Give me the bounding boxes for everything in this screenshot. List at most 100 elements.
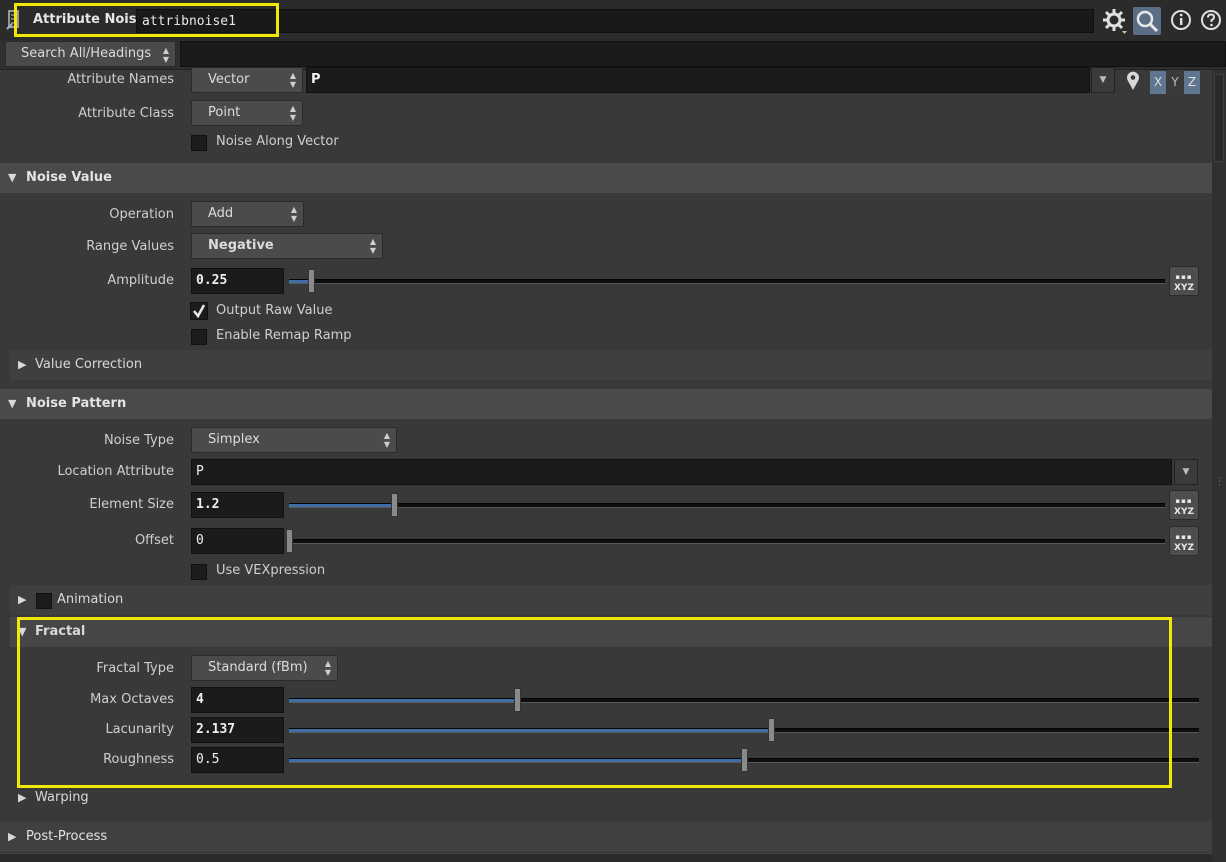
triangle-down-icon: ▼: [18, 625, 27, 638]
max-octaves-slider[interactable]: [289, 698, 1199, 703]
attribute-type-value: Vector: [208, 72, 250, 87]
fractal-type-menu[interactable]: Standard (fBm) ▲ ▼: [191, 655, 338, 681]
section-noise-value[interactable]: ▼ Noise Value: [0, 163, 1212, 193]
element-size-field[interactable]: 1.2: [191, 492, 284, 518]
operation-menu[interactable]: Add ▲ ▼: [191, 201, 304, 227]
operation-value: Add: [208, 206, 234, 221]
subsection-fractal[interactable]: ▼ Fractal: [10, 617, 1212, 647]
search-mode-label: Search All/Headings: [21, 46, 152, 61]
section-post-process-title: Post-Process: [26, 829, 108, 844]
triangle-right-icon: ▶: [8, 830, 17, 843]
noise-type-label: Noise Type: [103, 433, 174, 448]
attribute-names-label: Attribute Names: [67, 72, 174, 87]
lacunarity-slider[interactable]: [289, 728, 1199, 733]
noise-along-vector-checkbox[interactable]: [191, 135, 207, 151]
lacunarity-slider-fill: [289, 729, 772, 732]
location-attribute-field[interactable]: P: [191, 459, 1172, 485]
range-values-value: Negative: [208, 238, 274, 253]
output-raw-value-checkbox[interactable]: [190, 302, 208, 320]
xyz-button-label: XYZ: [1174, 507, 1194, 517]
attribute-names-field[interactable]: P: [306, 67, 1090, 93]
max-octaves-slider-fill: [289, 699, 517, 702]
operation-label: Operation: [109, 207, 174, 222]
chevron-updown-icon: ▲ ▼: [383, 431, 391, 449]
scrollbar[interactable]: [1212, 70, 1226, 862]
noise-along-vector-label: Noise Along Vector: [216, 134, 339, 149]
help-icon[interactable]: [1199, 8, 1225, 34]
attribute-class-menu[interactable]: Point ▲ ▼: [191, 100, 303, 126]
attribute-type-menu[interactable]: Vector ▲ ▼: [191, 67, 303, 93]
info-icon[interactable]: [1169, 8, 1195, 34]
max-octaves-field[interactable]: 4: [191, 687, 284, 713]
scrollbar-thumb[interactable]: [1214, 74, 1224, 162]
offset-xyz-button[interactable]: ▪▪▪ XYZ: [1169, 526, 1199, 556]
toggle-y[interactable]: Y: [1167, 71, 1183, 94]
subsection-warping[interactable]: ▶ Warping: [10, 783, 1212, 813]
lacunarity-label: Lacunarity: [105, 722, 174, 737]
attribute-class-value: Point: [208, 105, 241, 120]
fractal-type-label: Fractal Type: [96, 661, 174, 676]
triangle-down-icon: ▼: [8, 397, 17, 410]
element-size-slider-handle[interactable]: [391, 493, 399, 517]
chevron-updown-icon: ▲ ▼: [162, 46, 169, 64]
xyz-button-label: XYZ: [1174, 543, 1194, 553]
subsection-value-correction[interactable]: ▶ Value Correction: [10, 350, 1212, 380]
node-name-field[interactable]: attribnoise1: [136, 9, 1094, 33]
use-vexpression-checkbox[interactable]: [191, 564, 207, 580]
enable-remap-ramp-checkbox[interactable]: [191, 329, 207, 345]
pin-icon[interactable]: [1124, 70, 1142, 92]
offset-slider[interactable]: [289, 539, 1165, 544]
subsection-animation-title: Animation: [57, 592, 124, 607]
triangle-right-icon: ▶: [18, 358, 27, 371]
toggle-x[interactable]: X: [1150, 71, 1166, 94]
bottom-splitter[interactable]: [0, 853, 1212, 862]
toggle-z[interactable]: Z: [1184, 71, 1200, 94]
element-size-xyz-button[interactable]: ▪▪▪ XYZ: [1169, 490, 1199, 520]
search-icon[interactable]: [1133, 7, 1161, 35]
amplitude-xyz-button[interactable]: ▪▪▪ XYZ: [1169, 266, 1199, 296]
lacunarity-field[interactable]: 2.137: [191, 717, 284, 743]
noise-type-menu[interactable]: Simplex ▲ ▼: [191, 427, 397, 453]
output-raw-value-label: Output Raw Value: [216, 303, 333, 318]
section-post-process[interactable]: ▶ Post-Process: [0, 822, 1212, 852]
chevron-updown-icon: ▲ ▼: [324, 659, 332, 677]
element-size-label: Element Size: [89, 497, 174, 512]
amplitude-field[interactable]: 0.25: [191, 268, 284, 294]
splitter-grip-icon[interactable]: ⋮⋮: [1215, 478, 1226, 494]
roughness-slider-handle[interactable]: [741, 748, 748, 772]
offset-slider-handle[interactable]: [286, 529, 293, 553]
gear-icon[interactable]: [1102, 8, 1128, 34]
triangle-right-icon: ▶: [18, 593, 27, 606]
amplitude-slider-handle[interactable]: [307, 269, 315, 293]
node-type-icon: [6, 9, 26, 31]
amplitude-slider[interactable]: [289, 279, 1165, 284]
max-octaves-label: Max Octaves: [90, 692, 174, 707]
element-size-slider-fill: [289, 504, 395, 507]
element-size-slider[interactable]: [289, 503, 1165, 508]
max-octaves-slider-handle[interactable]: [513, 688, 521, 712]
subsection-fractal-title: Fractal: [35, 624, 86, 639]
subsection-animation[interactable]: ▶ Animation: [10, 585, 1212, 615]
range-values-menu[interactable]: Negative ▲ ▼: [191, 233, 383, 259]
node-type-label: Attribute Noise: [33, 12, 146, 27]
subsection-warping-title: Warping: [35, 790, 89, 805]
location-attribute-label: Location Attribute: [57, 464, 174, 479]
chevron-updown-icon: ▲ ▼: [290, 205, 298, 223]
triangle-right-icon: ▶: [18, 791, 27, 804]
roughness-label: Roughness: [103, 752, 174, 767]
section-noise-pattern[interactable]: ▼ Noise Pattern: [0, 389, 1212, 419]
offset-field[interactable]: 0: [191, 528, 284, 554]
animation-checkbox[interactable]: [36, 593, 52, 609]
search-mode-menu[interactable]: Search All/Headings ▲ ▼: [5, 41, 176, 67]
chevron-updown-icon: ▲ ▼: [369, 237, 377, 255]
attribute-class-label: Attribute Class: [78, 106, 174, 121]
lacunarity-slider-handle[interactable]: [768, 718, 776, 742]
checkmark-icon: [193, 304, 206, 319]
use-vexpression-label: Use VEXpression: [216, 563, 326, 578]
search-input[interactable]: [180, 41, 1226, 67]
location-attribute-dropdown[interactable]: ▼: [1174, 459, 1198, 485]
fractal-type-value: Standard (fBm): [208, 660, 308, 675]
roughness-field[interactable]: 0.5: [191, 747, 284, 773]
enable-remap-ramp-label: Enable Remap Ramp: [216, 328, 352, 343]
attribute-names-dropdown[interactable]: ▼: [1091, 67, 1115, 93]
